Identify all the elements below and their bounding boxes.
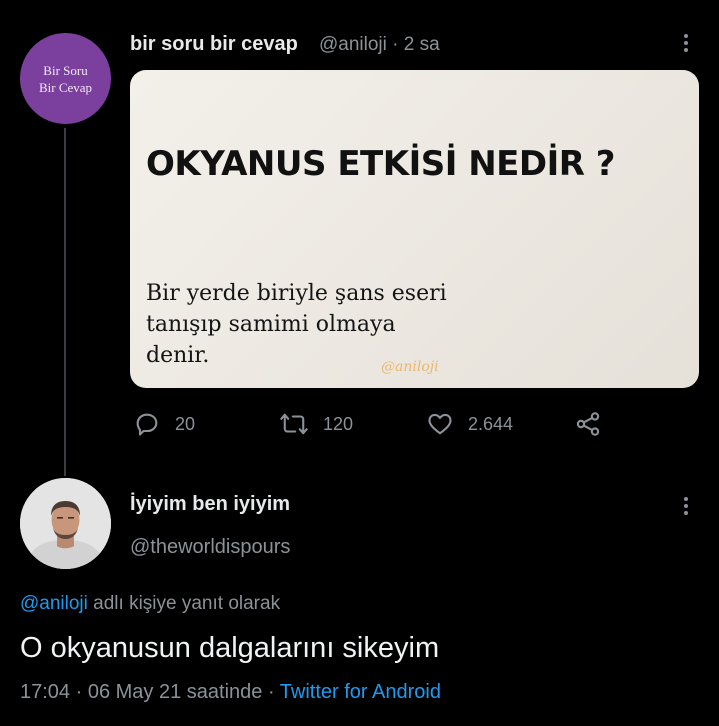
tweet-image[interactable]: OKYANUS ETKİSİ NEDİR ? Bir yerde biriyle… — [130, 70, 699, 388]
thread-connector-line — [64, 128, 66, 476]
reply-more-options-icon[interactable] — [674, 494, 698, 518]
tweet-time[interactable]: 2 sa — [404, 34, 440, 55]
meta-separator: · — [392, 34, 399, 55]
retweet-button[interactable]: 120 — [279, 410, 353, 438]
reply-count: 20 — [175, 413, 196, 434]
like-count: 2.644 — [468, 413, 514, 434]
timestamp-text: 17:04 · 06 May 21 saatinde · — [20, 681, 280, 703]
image-body-line1: Bir yerde biriyle şans eseri — [146, 281, 447, 306]
reply-author-handle[interactable]: @theworldispours — [130, 536, 290, 559]
tweet-author-name[interactable]: bir soru bir cevap — [130, 33, 298, 56]
tweet-author-handle[interactable]: @aniloji — [319, 34, 387, 55]
like-button[interactable]: 2.644 — [426, 410, 513, 438]
image-body: Bir yerde biriyle şans eseri tanışıp sam… — [146, 278, 506, 371]
reply-to-mention[interactable]: @aniloji — [20, 593, 88, 614]
share-icon — [576, 412, 600, 436]
retweet-count: 120 — [323, 413, 354, 434]
reply-icon — [136, 413, 158, 436]
avatar-bir-soru-bir-cevap[interactable]: Bir Soru Bir Cevap — [20, 33, 111, 124]
replying-to: @aniloji adlı kişiye yanıt olarak — [20, 593, 280, 615]
image-body-line2: tanışıp samimi olmaya — [146, 312, 396, 337]
image-title: OKYANUS ETKİSİ NEDİR ? — [146, 144, 616, 184]
reply-timestamp: 17:04 · 06 May 21 saatinde · Twitter for… — [20, 681, 441, 704]
retweet-icon — [280, 413, 308, 435]
tweet-author-meta: @aniloji · 2 sa — [319, 34, 440, 56]
image-watermark: @aniloji — [381, 359, 439, 375]
profile-photo — [20, 478, 111, 569]
client-link[interactable]: Twitter for Android — [280, 681, 441, 703]
heart-icon — [428, 413, 452, 435]
more-options-icon[interactable] — [674, 31, 698, 55]
avatar-theworldispours[interactable] — [20, 478, 111, 569]
image-body-line3: denir. — [146, 343, 210, 368]
share-button[interactable] — [574, 410, 602, 438]
reply-text: O okyanusun dalgalarını sikeyim — [20, 632, 440, 664]
avatar-text-line1: Bir Soru — [43, 62, 88, 78]
reply-button[interactable]: 20 — [133, 410, 195, 438]
reply-to-suffix: adlı kişiye yanıt olarak — [87, 593, 281, 614]
reply-author-name[interactable]: İyiyim ben iyiyim — [130, 493, 290, 516]
avatar-text-line2: Bir Cevap — [38, 79, 93, 95]
